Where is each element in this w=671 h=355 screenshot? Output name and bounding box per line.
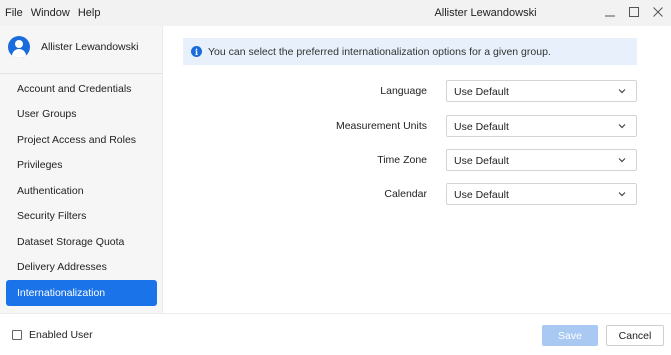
select-value: Use Default <box>454 86 509 98</box>
measurement-units-select[interactable]: Use Default <box>446 115 637 137</box>
sidebar-item-project-access-and-roles[interactable]: Project Access and Roles <box>6 127 157 153</box>
info-banner: i You can select the preferred internati… <box>183 38 637 65</box>
field-language: Language Use Default <box>183 80 637 102</box>
info-text: You can select the preferred internation… <box>208 45 551 58</box>
select-value: Use Default <box>454 155 509 167</box>
info-icon: i <box>191 46 202 57</box>
sidebar-item-user-groups[interactable]: User Groups <box>6 102 157 128</box>
enabled-user-toggle: Enabled User <box>12 329 93 341</box>
save-button[interactable]: Save <box>542 325 598 346</box>
field-label: Calendar <box>384 188 427 200</box>
sidebar-item-account-and-credentials[interactable]: Account and Credentials <box>6 76 157 102</box>
chevron-down-icon <box>618 158 626 163</box>
user-name: Allister Lewandowski <box>41 41 139 53</box>
cancel-button[interactable]: Cancel <box>606 325 664 346</box>
sidebar-item-privileges[interactable]: Privileges <box>6 153 157 179</box>
field-time-zone: Time Zone Use Default <box>183 149 637 171</box>
close-icon[interactable] <box>651 4 665 20</box>
user-header: Allister Lewandowski <box>8 36 138 58</box>
chevron-down-icon <box>618 124 626 129</box>
sidebar: Allister Lewandowski Account and Credent… <box>0 26 163 313</box>
field-label: Measurement Units <box>335 120 427 132</box>
field-label: Language <box>380 85 427 97</box>
calendar-select[interactable]: Use Default <box>446 183 637 205</box>
footer-divider <box>0 313 671 314</box>
avatar-icon <box>8 36 30 58</box>
enabled-user-checkbox[interactable] <box>12 330 22 340</box>
time-zone-select[interactable]: Use Default <box>446 149 637 171</box>
select-value: Use Default <box>454 189 509 201</box>
sidebar-item-authentication[interactable]: Authentication <box>6 178 157 204</box>
sidebar-nav: Account and Credentials User Groups Proj… <box>6 76 157 306</box>
select-value: Use Default <box>454 121 509 133</box>
chevron-down-icon <box>618 89 626 94</box>
sidebar-item-delivery-addresses[interactable]: Delivery Addresses <box>6 255 157 281</box>
enabled-user-label: Enabled User <box>29 329 93 341</box>
chevron-down-icon <box>618 192 626 197</box>
minimize-icon[interactable] <box>603 4 617 20</box>
field-label: Time Zone <box>377 154 427 166</box>
language-select[interactable]: Use Default <box>446 80 637 102</box>
window-title: Allister Lewandowski <box>434 7 537 19</box>
title-bar: File Window Help Allister Lewandowski <box>0 0 671 26</box>
field-measurement-units: Measurement Units Use Default <box>183 115 637 137</box>
sidebar-divider <box>0 73 163 74</box>
sidebar-item-security-filters[interactable]: Security Filters <box>6 204 157 230</box>
window-controls <box>603 4 665 20</box>
sidebar-item-dataset-storage-quota[interactable]: Dataset Storage Quota <box>6 229 157 255</box>
field-calendar: Calendar Use Default <box>183 183 637 205</box>
maximize-icon[interactable] <box>627 4 641 20</box>
sidebar-item-internationalization[interactable]: Internationalization <box>6 280 157 306</box>
